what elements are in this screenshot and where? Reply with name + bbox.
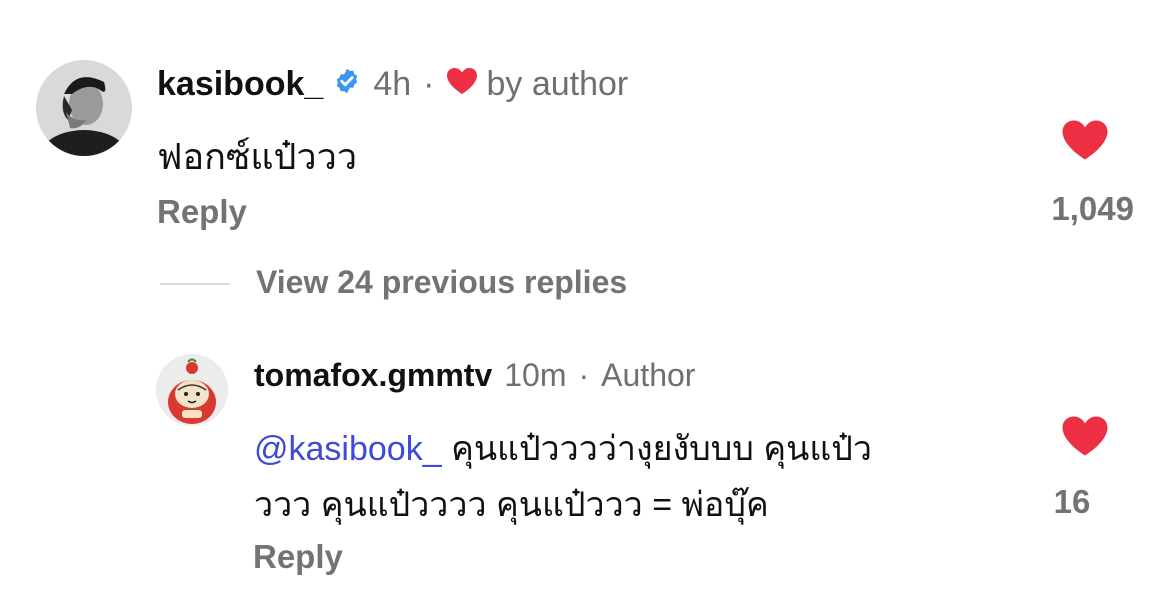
reply-text-part1: คุนแป๋วววว่างุยงับบบ คุนแป๋ว <box>441 430 872 468</box>
comments-thread: kasibook_ 4h · by author ฟอกซ์แป๋ววว Rep… <box>0 0 1169 589</box>
verified-badge-icon <box>333 65 361 104</box>
reply-reply-button[interactable]: Reply <box>253 538 343 576</box>
comment-header: kasibook_ 4h · by author <box>157 64 628 104</box>
comment-reply-button[interactable]: Reply <box>157 193 247 231</box>
separator-dot: · <box>578 356 590 393</box>
liked-by-author-label: by author <box>486 64 629 103</box>
reply-header: tomafox.gmmtv 10m · Author <box>254 356 695 394</box>
view-previous-replies-button[interactable]: View 24 previous replies <box>256 264 627 301</box>
reply-time: 10m <box>504 356 567 393</box>
comment-like-count: 1,049 <box>1051 190 1134 227</box>
comment-text: ฟอกซ์แป๋ววว <box>157 136 358 177</box>
comment-time: 4h <box>373 64 412 103</box>
comment-like-heart-icon[interactable] <box>1061 118 1109 167</box>
reply-like-heart-icon[interactable] <box>1061 414 1109 463</box>
comment-username[interactable]: kasibook_ <box>157 65 323 104</box>
avatar-tomafox[interactable] <box>156 354 228 426</box>
avatar-kasibook[interactable] <box>36 60 132 156</box>
replies-divider <box>160 283 230 285</box>
author-badge: Author <box>601 356 696 393</box>
reply-like-count: 16 <box>1053 483 1091 520</box>
reply-text-line2: ววว คุนแป๋วววว คุนแป๋ววว = พ่อบุ๊ค <box>254 486 769 524</box>
reply-mention-link[interactable]: @kasibook_ <box>254 430 442 468</box>
separator-dot: · <box>423 64 435 103</box>
reply-text-line1: @kasibook_ คุนแป๋วววว่างุยงับบบ คุนแป๋ว <box>254 421 872 475</box>
reply-username[interactable]: tomafox.gmmtv <box>254 357 492 394</box>
author-liked-heart-icon <box>446 65 478 104</box>
